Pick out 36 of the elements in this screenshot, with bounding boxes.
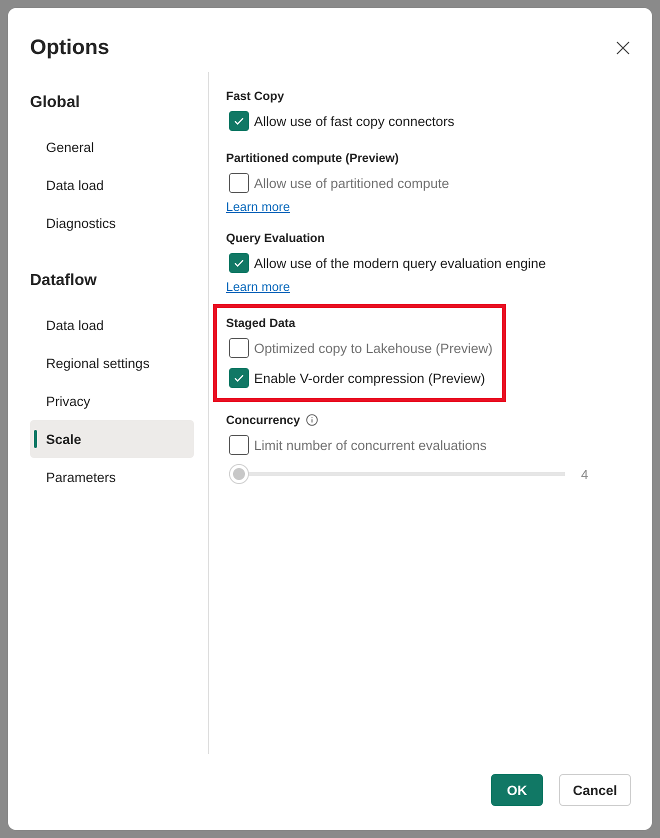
sidebar-item[interactable]: Data load bbox=[30, 306, 194, 344]
checkbox-label: Allow use of partitioned compute bbox=[254, 176, 450, 190]
sidebar-heading: Dataflow bbox=[30, 271, 98, 291]
checkmark-icon bbox=[233, 257, 245, 269]
dialog-title: Options bbox=[30, 36, 110, 60]
section-heading: Staged Data bbox=[226, 316, 296, 330]
close-icon bbox=[616, 41, 630, 55]
sidebar-item[interactable]: Regional settings bbox=[30, 344, 194, 382]
sidebar-item[interactable]: Diagnostics bbox=[30, 204, 194, 242]
checkbox[interactable] bbox=[229, 368, 249, 388]
sidebar-heading: Global bbox=[30, 93, 81, 113]
sidebar-item[interactable]: General bbox=[30, 128, 194, 166]
info-icon[interactable] bbox=[306, 414, 318, 426]
sidebar-item[interactable]: Parameters bbox=[30, 458, 194, 496]
checkbox-label: Allow use of fast copy connectors bbox=[254, 114, 454, 128]
checkbox[interactable] bbox=[229, 253, 249, 273]
checkbox-label: Limit number of concurrent evaluations bbox=[254, 438, 487, 452]
ok-button[interactable]: OK bbox=[491, 774, 543, 806]
sidebar-item[interactable]: Scale bbox=[30, 420, 194, 458]
sidebar-item[interactable]: Data load bbox=[30, 166, 194, 204]
checkbox[interactable] bbox=[229, 111, 249, 131]
checkbox-label: Optimized copy to Lakehouse (Preview) bbox=[254, 340, 493, 356]
learn-more-link[interactable]: Learn more bbox=[226, 278, 290, 296]
slider-value: 4 bbox=[581, 466, 588, 482]
selection-indicator bbox=[34, 430, 37, 448]
section-heading: Fast Copy bbox=[226, 89, 284, 103]
sidebar-item[interactable]: Privacy bbox=[30, 382, 194, 420]
checkbox-label: Enable V-order compression (Preview) bbox=[254, 370, 486, 386]
section-heading: Query Evaluation bbox=[226, 231, 325, 245]
section-heading: Partitioned compute (Preview) bbox=[226, 151, 399, 165]
checkmark-icon bbox=[233, 115, 245, 127]
learn-more-link[interactable]: Learn more bbox=[226, 198, 290, 216]
checkbox-label: Allow use of the modern query evaluation engine bbox=[254, 256, 546, 270]
cancel-button[interactable]: Cancel bbox=[559, 774, 631, 806]
checkmark-icon bbox=[233, 372, 245, 384]
section-heading: Concurrency bbox=[226, 413, 300, 427]
